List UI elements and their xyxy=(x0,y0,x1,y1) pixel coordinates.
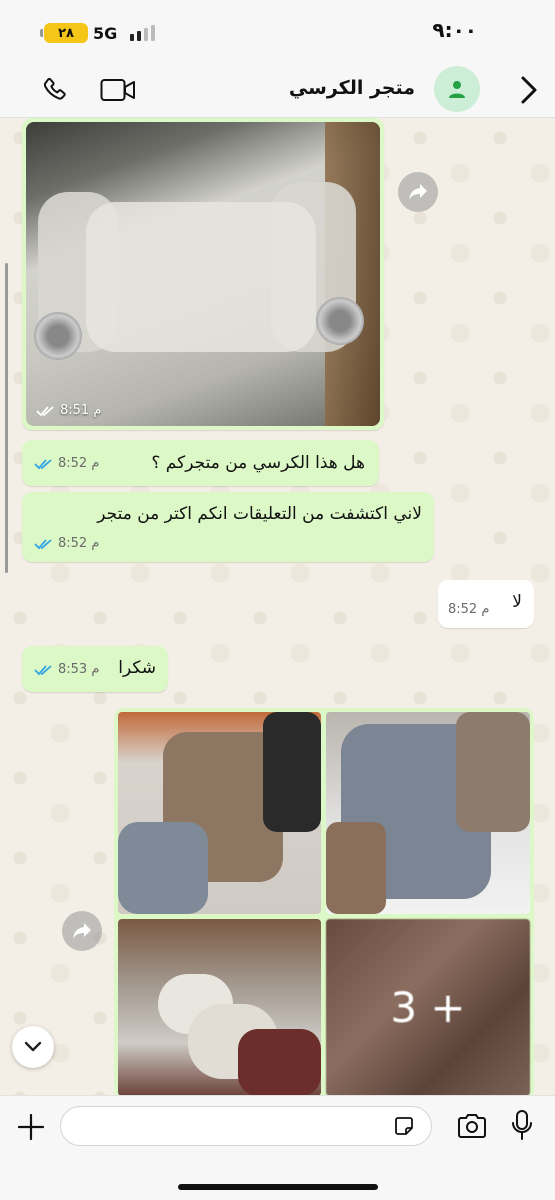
message-meta: 8:51 م xyxy=(36,403,101,418)
forward-button[interactable] xyxy=(62,911,102,951)
signal-icon xyxy=(130,25,155,41)
message-text: هل هذا الكرسي من متجركم ؟ xyxy=(151,453,365,473)
message-meta: 8:52 م xyxy=(34,536,99,551)
battery-level: ٢٨ xyxy=(58,25,74,41)
plus-icon[interactable] xyxy=(16,1112,46,1142)
cup-holder xyxy=(316,297,364,345)
scrollbar[interactable] xyxy=(5,263,8,573)
message-meta: 8:52 م xyxy=(34,456,99,471)
read-ticks-icon xyxy=(34,664,52,675)
status-time: ٩:٠٠ xyxy=(432,18,477,42)
chair-shape xyxy=(238,1029,321,1095)
sticker-icon[interactable] xyxy=(392,1114,416,1138)
recliner-photo-brown[interactable] xyxy=(118,712,321,914)
image-message[interactable]: 8:51 م xyxy=(22,118,384,430)
network-label: 5G xyxy=(93,24,118,43)
video-call-icon[interactable] xyxy=(100,77,136,103)
read-ticks-icon xyxy=(36,405,54,416)
message-input-bar xyxy=(0,1095,555,1200)
outgoing-message[interactable]: لاني اكتشفت من التعليقات انكم اكتر من مت… xyxy=(22,492,434,562)
outgoing-message[interactable]: هل هذا الكرسي من متجركم ؟ 8:52 م xyxy=(22,440,379,486)
chair-shape xyxy=(326,822,386,914)
read-ticks-icon xyxy=(34,458,52,469)
message-text: لاني اكتشفت من التعليقات انكم اكتر من مت… xyxy=(97,504,422,524)
cup-holder xyxy=(34,312,82,360)
chevron-down-icon xyxy=(24,1041,42,1052)
message-text: لا xyxy=(512,592,522,612)
outgoing-message[interactable]: شكرا 8:53 م xyxy=(22,646,168,692)
message-meta: 8:52 م xyxy=(448,602,489,617)
chat-header: متجر الكرسي xyxy=(0,62,555,118)
status-bar: ٢٨ 5G ٩:٠٠ xyxy=(0,0,555,62)
message-meta: 8:53 م xyxy=(34,662,99,677)
chair-shape xyxy=(118,822,208,914)
scroll-to-bottom-button[interactable] xyxy=(12,1026,54,1068)
chair-seat xyxy=(86,202,316,352)
message-time: 8:52 م xyxy=(58,536,100,551)
chair-shape xyxy=(263,712,321,832)
incoming-message[interactable]: لا 8:52 م xyxy=(438,580,534,628)
phone-call-icon[interactable] xyxy=(40,75,70,105)
recliner-photo-gray[interactable] xyxy=(326,712,530,914)
battery-indicator: ٢٨ xyxy=(40,23,88,43)
more-photos-count: 3 + xyxy=(390,983,466,1032)
back-chevron-icon[interactable] xyxy=(517,74,541,106)
camera-icon[interactable] xyxy=(456,1112,488,1140)
more-photos-tile[interactable]: 3 + xyxy=(326,919,530,1095)
showroom-photo[interactable] xyxy=(118,919,321,1095)
read-ticks-icon xyxy=(34,538,52,549)
message-text: شكرا xyxy=(118,658,156,678)
home-indicator[interactable] xyxy=(178,1184,378,1190)
contact-name[interactable]: متجر الكرسي xyxy=(289,77,415,99)
message-time: 8:52 م xyxy=(58,456,100,471)
chat-area[interactable]: 8:51 م هل هذا الكرسي من متجركم ؟ 8:52 م … xyxy=(0,118,555,1095)
chair-shape xyxy=(456,712,530,832)
forward-icon xyxy=(73,923,91,939)
message-time: 8:52 م xyxy=(448,602,490,617)
forward-icon xyxy=(409,184,427,200)
contact-avatar[interactable] xyxy=(434,66,480,112)
message-time: 8:51 م xyxy=(60,403,102,418)
microphone-icon[interactable] xyxy=(510,1109,534,1141)
image-grid-message[interactable]: 3 + xyxy=(114,708,534,1095)
forward-button[interactable] xyxy=(398,172,438,212)
chair-photo[interactable]: 8:51 م xyxy=(26,122,380,426)
message-input[interactable] xyxy=(60,1106,432,1146)
person-icon xyxy=(449,81,465,98)
message-time: 8:53 م xyxy=(58,662,100,677)
